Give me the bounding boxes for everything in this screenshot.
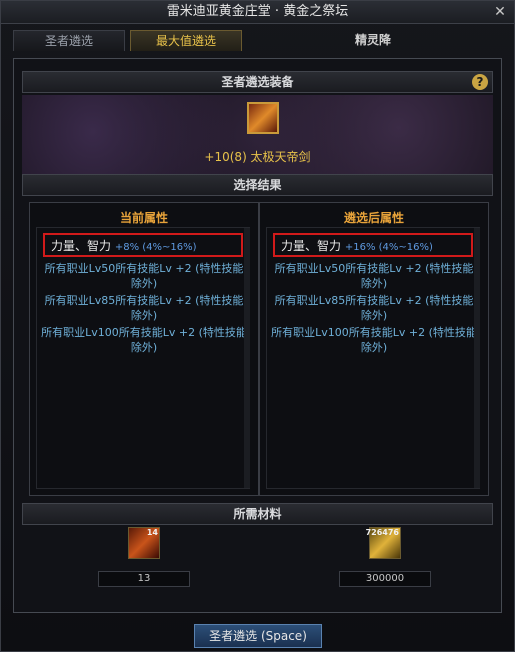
- after-stat-line: 所有职业Lv50所有技能Lv +2 (特性技能除外): [274, 262, 474, 290]
- material-quantity: 300000: [339, 571, 431, 587]
- current-attributes-title: 当前属性: [119, 211, 168, 225]
- after-main-stat: 力量、智力 +16% (4%~16%): [281, 237, 433, 254]
- window-title: 雷米迪亚黄金庄堂 · 黄金之祭坛: [166, 4, 349, 19]
- after-main-stat-pct: +16% (4%~16%): [344, 242, 433, 253]
- window: 雷米迪亚黄金庄堂 · 黄金之祭坛 ✕ 圣者遴选 最大值遴选 精灵降 圣者遴选装备…: [0, 0, 515, 652]
- result-header-label: 选择结果: [233, 178, 282, 192]
- after-attributes-title: 遴选后属性: [343, 211, 404, 225]
- materials-section-header: 所需材料: [22, 503, 493, 525]
- after-stat-line: 所有职业Lv100所有技能Lv +2 (特性技能除外): [271, 326, 477, 354]
- current-attributes-box: 当前属性 力量、智力 +8% (4%~16%) 所有职业Lv50所有技能Lv +…: [29, 202, 259, 496]
- current-main-stat-name: 力量、智力: [51, 239, 112, 253]
- close-icon[interactable]: ✕: [492, 4, 508, 20]
- sword-icon[interactable]: [247, 102, 279, 134]
- materials-header-label: 所需材料: [233, 507, 282, 521]
- current-main-stat: 力量、智力 +8% (4%~16%): [51, 237, 197, 254]
- current-attributes-list: 力量、智力 +8% (4%~16%) 所有职业Lv50所有技能Lv +2 (特性…: [36, 227, 250, 489]
- scrollbar[interactable]: [474, 228, 480, 488]
- tab-saint-selection[interactable]: 圣者遴选: [13, 30, 125, 51]
- materials-area: 14 13 726476 300000: [22, 527, 493, 607]
- equip-section-header: 圣者遴选装备 ?: [22, 71, 493, 93]
- saint-selection-button[interactable]: 圣者遴选 (Space): [194, 624, 322, 648]
- after-attributes-box: 遴选后属性 力量、智力 +16% (4%~16%) 所有职业Lv50所有技能Lv…: [259, 202, 489, 496]
- tab-spirit[interactable]: 精灵降: [343, 30, 403, 51]
- scrollbar[interactable]: [244, 228, 250, 488]
- equip-name: +10(8) 太极天帝剑: [204, 150, 311, 164]
- help-icon[interactable]: ?: [472, 74, 488, 90]
- orb-icon[interactable]: 14: [128, 527, 160, 559]
- tab-max-selection[interactable]: 最大值遴选: [130, 30, 242, 51]
- equip-header-label: 圣者遴选装备: [221, 75, 294, 89]
- result-section-header: 选择结果: [22, 174, 493, 196]
- window-titlebar: 雷米迪亚黄金庄堂 · 黄金之祭坛 ✕: [1, 1, 514, 24]
- selection-panel: 圣者遴选装备 ? +10(8) 太极天帝剑 选择结果 当前属性 力量、智力 +8…: [13, 58, 502, 613]
- equip-banner: +10(8) 太极天帝剑: [22, 95, 493, 177]
- after-attributes-list: 力量、智力 +16% (4%~16%) 所有职业Lv50所有技能Lv +2 (特…: [266, 227, 480, 489]
- after-main-stat-name: 力量、智力: [281, 239, 342, 253]
- current-stat-line: 所有职业Lv100所有技能Lv +2 (特性技能除外): [41, 326, 247, 354]
- current-main-stat-pct: +8% (4%~16%): [114, 242, 197, 253]
- material-count: 14: [146, 528, 158, 537]
- current-stat-line: 所有职业Lv50所有技能Lv +2 (特性技能除外): [44, 262, 244, 290]
- gold-coin-icon[interactable]: 726476: [365, 527, 401, 559]
- after-stat-line: 所有职业Lv85所有技能Lv +2 (特性技能除外): [274, 294, 474, 322]
- current-stat-line: 所有职业Lv85所有技能Lv +2 (特性技能除外): [44, 294, 244, 322]
- material-count: 726476: [365, 528, 399, 537]
- material-quantity: 13: [98, 571, 190, 587]
